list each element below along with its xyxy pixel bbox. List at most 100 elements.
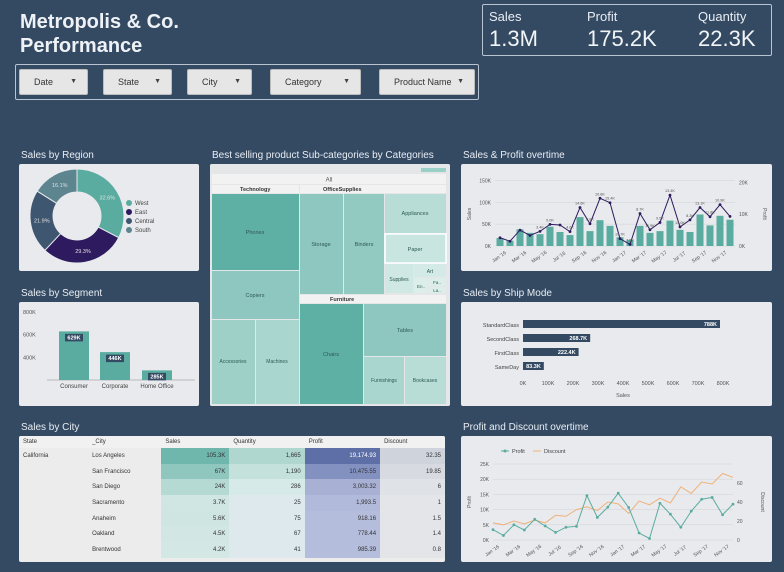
- shipmode-chart-panel: StandardClass 788K SecondClass 268.7K FirstC…: [461, 302, 772, 406]
- profit-point[interactable]: [554, 531, 558, 534]
- profit-point[interactable]: [698, 206, 702, 209]
- profit-point[interactable]: [578, 206, 582, 209]
- column-header[interactable]: Discount: [380, 436, 445, 448]
- sales-bar[interactable]: [586, 231, 594, 246]
- sales-bar[interactable]: [646, 232, 654, 246]
- profit-point[interactable]: [588, 222, 592, 226]
- profit-point[interactable]: [627, 506, 631, 509]
- profit-point[interactable]: [721, 513, 724, 517]
- profit-point[interactable]: [679, 525, 683, 529]
- profit-point[interactable]: [522, 528, 526, 532]
- kpi-value: 22.3K: [698, 26, 756, 51]
- table-row[interactable]: Brentwood 4.2K 41 985.39 0.8: [19, 542, 445, 558]
- y-category-label: FirstClass: [495, 351, 520, 357]
- profit-point[interactable]: [538, 229, 542, 233]
- profit-point[interactable]: [728, 215, 732, 218]
- filter-label: State: [118, 77, 140, 87]
- profit-point[interactable]: [568, 230, 572, 234]
- profit-point[interactable]: [548, 222, 552, 226]
- state-filter[interactable]: State ▼: [103, 69, 172, 95]
- profit-point[interactable]: [689, 509, 693, 513]
- column-header[interactable]: Sales: [161, 436, 230, 448]
- profit-cell: 1,993.5: [304, 495, 381, 511]
- profit-point[interactable]: [668, 193, 672, 197]
- city-cell: Brentwood: [88, 542, 162, 558]
- column-header[interactable]: Profit: [304, 436, 381, 448]
- profit-point[interactable]: [618, 237, 622, 241]
- point-value-label: 3.4K: [536, 225, 544, 229]
- table-row[interactable]: San Diego 24K 286 3,003.32 6: [19, 479, 445, 496]
- profit-point[interactable]: [585, 494, 589, 498]
- category-filter[interactable]: Category ▼: [270, 69, 361, 95]
- table-row[interactable]: California Los Angeles 105.3K 1,665 19,174.9…: [19, 448, 445, 464]
- sales-bar[interactable]: [636, 225, 644, 246]
- profit-point[interactable]: [608, 201, 612, 205]
- profit-point[interactable]: [598, 196, 602, 200]
- profit-point[interactable]: [518, 228, 522, 232]
- sales-bar[interactable]: [676, 229, 684, 246]
- bar-value-label: 629K: [67, 335, 80, 341]
- column-header[interactable]: _City: [88, 436, 162, 448]
- profit-point[interactable]: [595, 516, 599, 519]
- profit-point[interactable]: [708, 215, 712, 219]
- sales-bar[interactable]: [666, 220, 674, 246]
- profit-point[interactable]: [528, 234, 532, 237]
- profit-point[interactable]: [731, 502, 735, 506]
- sales-bar[interactable]: [566, 235, 574, 246]
- sales-bar[interactable]: [686, 232, 694, 246]
- ship-mode-bar[interactable]: [523, 320, 720, 328]
- table-row[interactable]: Sacramento 3.7K 25 1,993.5 1: [19, 495, 445, 511]
- profit-point[interactable]: [710, 496, 714, 499]
- profit-point[interactable]: [658, 501, 662, 505]
- y-axis-title: Sales: [467, 207, 473, 220]
- date-filter[interactable]: Date ▼: [19, 69, 88, 95]
- profit-point[interactable]: [648, 228, 652, 232]
- sales-bar[interactable]: [496, 238, 504, 246]
- table-row[interactable]: Anaheim 5.6K 75 918.16 1.5: [19, 510, 445, 527]
- profit-point[interactable]: [638, 212, 642, 215]
- profit-point[interactable]: [606, 505, 610, 509]
- x-tick-label: May '16: [531, 250, 549, 265]
- profit-point[interactable]: [648, 537, 651, 540]
- profit-point[interactable]: [543, 524, 547, 528]
- profit-point[interactable]: [502, 534, 505, 537]
- sales-bar[interactable]: [656, 231, 664, 246]
- profit-point[interactable]: [688, 218, 692, 222]
- profit-point[interactable]: [498, 236, 502, 240]
- sales-cell: 67K: [161, 463, 230, 480]
- sales-bar[interactable]: [576, 217, 584, 246]
- donut-slice[interactable]: [76, 168, 125, 239]
- profit-point[interactable]: [533, 517, 537, 521]
- sales-bar[interactable]: [716, 215, 724, 246]
- sales-bar[interactable]: [596, 220, 604, 246]
- profit-point[interactable]: [564, 525, 568, 529]
- sales-bar[interactable]: [606, 225, 614, 246]
- profit-point[interactable]: [491, 528, 495, 532]
- sales-bar[interactable]: [556, 232, 564, 246]
- profit-point[interactable]: [512, 523, 516, 527]
- profit-point[interactable]: [558, 223, 562, 227]
- column-header[interactable]: State: [19, 436, 89, 448]
- product-name-filter[interactable]: Product Name ▼: [379, 69, 475, 95]
- profit-point[interactable]: [575, 524, 578, 528]
- profit-point[interactable]: [637, 531, 641, 535]
- table-row[interactable]: Oakland 4.5K 67 778.44 1.4: [19, 526, 445, 543]
- profit-point[interactable]: [508, 239, 512, 243]
- profit-point[interactable]: [718, 203, 722, 207]
- profit-point[interactable]: [658, 221, 662, 224]
- sales-bar[interactable]: [696, 214, 704, 247]
- city-filter[interactable]: City ▼: [187, 69, 252, 95]
- sales-bar[interactable]: [546, 226, 554, 246]
- city-cell: San Francisco: [88, 463, 162, 480]
- profit-point[interactable]: [668, 512, 672, 516]
- sales-bar[interactable]: [706, 225, 714, 246]
- profit-point[interactable]: [700, 497, 704, 501]
- profit-point[interactable]: [616, 491, 620, 495]
- profit-point[interactable]: [628, 243, 632, 246]
- column-header[interactable]: Quantity: [229, 436, 305, 448]
- profit-cell: 19,174.93: [304, 448, 381, 464]
- profit-point[interactable]: [678, 225, 682, 229]
- sales-bar[interactable]: [536, 234, 544, 246]
- table-row[interactable]: San Francisco 67K 1,190 10,475.55 19.85: [19, 463, 445, 480]
- sales-bar[interactable]: [726, 219, 734, 246]
